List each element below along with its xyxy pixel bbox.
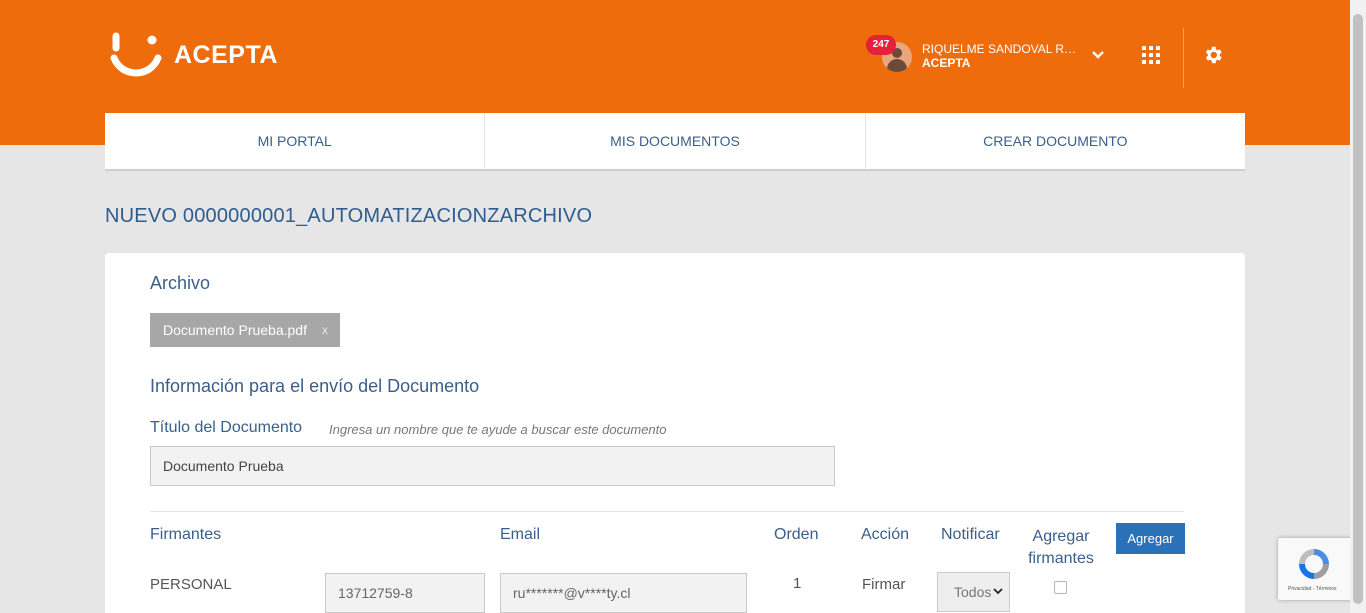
file-name: Documento Prueba.pdf — [163, 322, 307, 338]
nav-mis-documentos[interactable]: MIS DOCUMENTOS — [485, 113, 866, 169]
recaptcha-icon — [1299, 549, 1329, 579]
smile-logo-icon — [110, 32, 162, 77]
signer-rut-field[interactable] — [325, 573, 485, 613]
col-agregar-firmantes: Agregar firmantes — [1028, 528, 1094, 567]
notify-selected-value: Todos — [954, 584, 992, 600]
main-nav: MI PORTAL MIS DOCUMENTOS CREAR DOCUMENTO — [105, 113, 1245, 171]
signer-order: 1 — [793, 575, 802, 592]
file-chip: Documento Prueba.pdf x — [150, 313, 340, 347]
signer-email-field[interactable] — [500, 573, 747, 613]
document-title-hint: Ingresa un nombre que te ayude a buscar … — [329, 422, 667, 437]
document-title-input[interactable] — [150, 446, 835, 486]
notifications-badge[interactable]: 247 — [866, 35, 896, 55]
user-organization: ACEPTA — [922, 56, 971, 70]
recaptcha-footer[interactable]: Privacidad - Términos — [1288, 586, 1337, 592]
add-signer-button[interactable]: Agregar — [1116, 523, 1185, 554]
header-divider — [1183, 28, 1184, 88]
user-name: RIQUELME SANDOVAL RU... — [922, 42, 1082, 56]
section-divider — [150, 511, 1184, 512]
page-title: NUEVO 0000000001_AUTOMATIZACIONZARCHIVO — [105, 205, 593, 227]
archivo-heading: Archivo — [150, 273, 211, 293]
gear-icon[interactable] — [1202, 44, 1224, 66]
info-heading: Información para el envío del Documento — [150, 376, 480, 396]
nav-crear-documento[interactable]: CREAR DOCUMENTO — [866, 113, 1245, 169]
logo-text: ACEPTA — [174, 40, 278, 69]
col-orden: Orden — [774, 526, 819, 543]
col-accion: Acción — [861, 526, 910, 543]
acepta-logo[interactable]: ACEPTA — [108, 32, 278, 78]
add-signers-checkbox[interactable] — [1054, 581, 1067, 594]
chevron-down-icon[interactable] — [1092, 50, 1104, 60]
scrollbar-thumb[interactable] — [1353, 14, 1363, 604]
apps-grid-icon[interactable] — [1142, 46, 1160, 64]
chevron-down-icon — [993, 588, 1003, 595]
document-form-card: Archivo Documento Prueba.pdf x Informaci… — [105, 253, 1245, 613]
document-title-label: Título del Documento — [150, 419, 303, 436]
col-firmantes: Firmantes — [150, 526, 222, 543]
remove-file-icon[interactable]: x — [322, 313, 328, 347]
page-scrollbar[interactable] — [1350, 0, 1366, 613]
notify-select[interactable]: Todos — [937, 572, 1010, 612]
signer-action: Firmar — [862, 576, 906, 593]
col-notificar: Notificar — [941, 526, 1000, 543]
nav-mi-portal[interactable]: MI PORTAL — [105, 113, 486, 169]
col-email: Email — [500, 526, 541, 543]
user-menu[interactable]: 247 RIQUELME SANDOVAL RU... ACEPTA — [866, 34, 1116, 78]
signer-type: PERSONAL — [150, 576, 232, 593]
